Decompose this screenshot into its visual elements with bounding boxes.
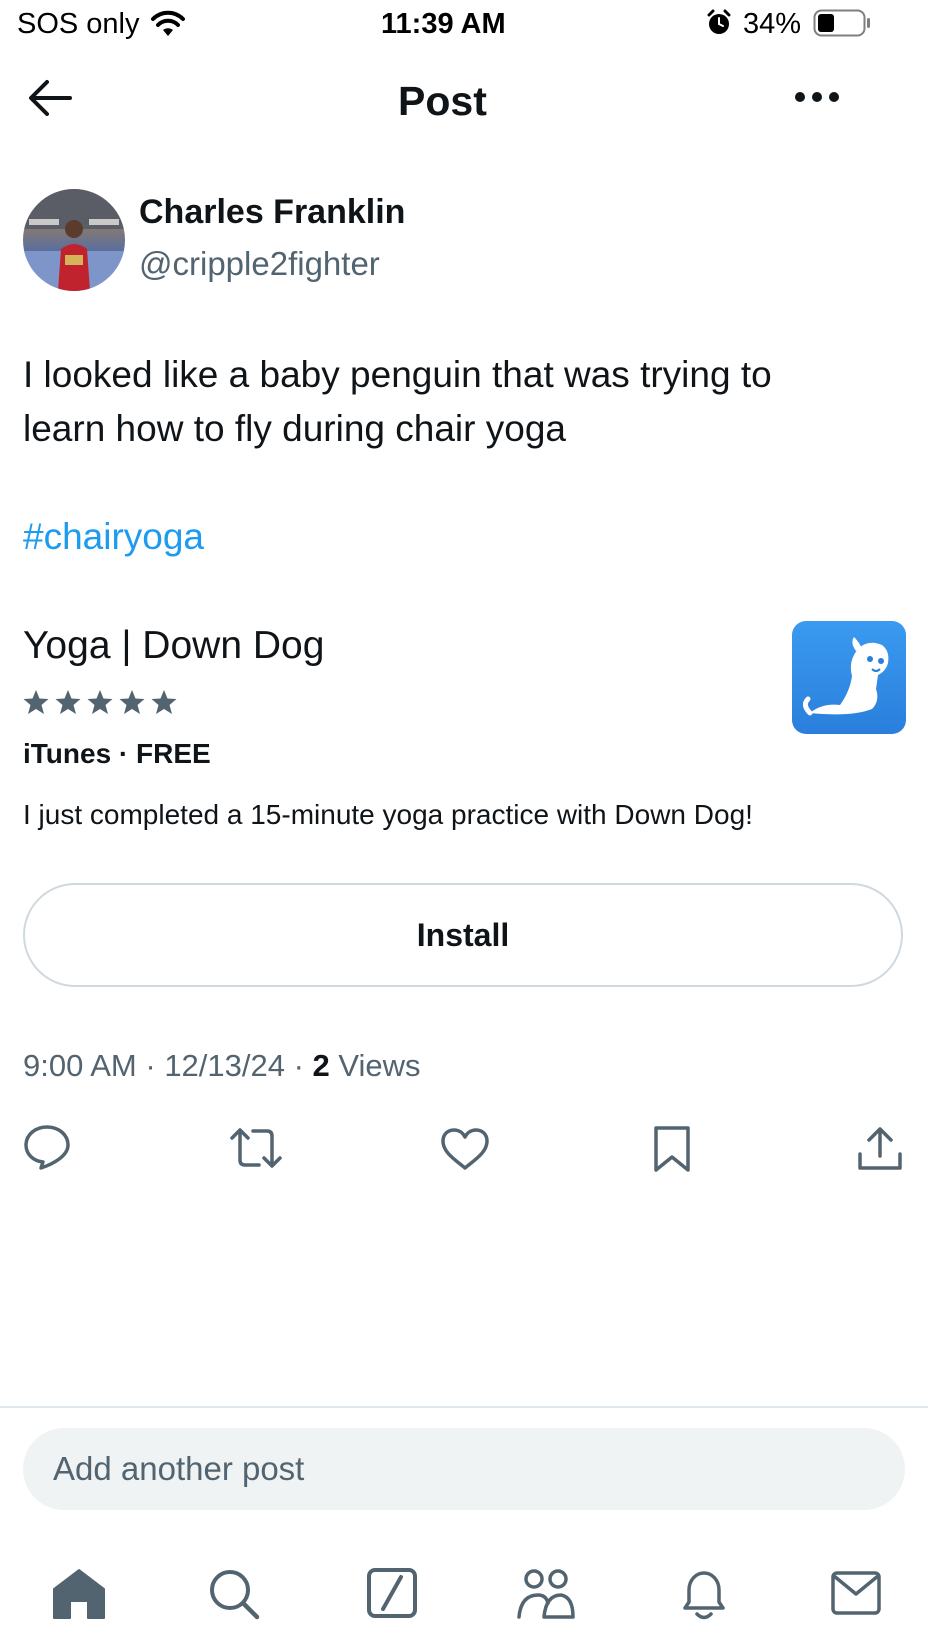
post-text-line: I looked like a baby penguin that was tr… bbox=[23, 354, 772, 395]
notifications-icon[interactable] bbox=[679, 1566, 729, 1622]
star-icon bbox=[119, 690, 145, 714]
alarm-icon bbox=[706, 9, 732, 37]
more-options-button[interactable] bbox=[793, 90, 841, 104]
star-icon bbox=[55, 690, 81, 714]
views-count[interactable]: 2 bbox=[313, 1048, 330, 1083]
hashtag-link[interactable]: #chairyoga bbox=[23, 516, 204, 558]
search-icon[interactable] bbox=[208, 1568, 260, 1620]
wifi-icon bbox=[150, 8, 186, 38]
share-icon[interactable] bbox=[857, 1126, 903, 1172]
reply-icon[interactable] bbox=[23, 1124, 71, 1170]
down-dog-app-icon[interactable] bbox=[792, 621, 906, 734]
post-meta: 9:00 AM · 12/13/24 · 2 Views bbox=[23, 1048, 421, 1084]
avatar[interactable] bbox=[23, 189, 125, 291]
install-button[interactable]: Install bbox=[23, 883, 903, 987]
post-date: 12/13/24 bbox=[164, 1048, 285, 1083]
communities-icon[interactable] bbox=[516, 1567, 576, 1621]
views-label[interactable]: Views bbox=[338, 1048, 420, 1083]
author-handle[interactable]: @cripple2fighter bbox=[139, 245, 380, 283]
clock: 11:39 AM bbox=[381, 8, 506, 40]
author-name[interactable]: Charles Franklin bbox=[139, 193, 405, 232]
star-icon bbox=[151, 690, 177, 714]
app-card-title[interactable]: Yoga | Down Dog bbox=[23, 624, 324, 668]
post-time: 9:00 AM bbox=[23, 1048, 137, 1083]
post-text-line: learn how to fly during chair yoga bbox=[23, 408, 566, 449]
battery-percent: 34% bbox=[743, 8, 802, 40]
repost-icon[interactable] bbox=[229, 1126, 283, 1170]
star-rating bbox=[23, 689, 181, 717]
page-title: Post bbox=[398, 78, 487, 124]
back-button[interactable] bbox=[26, 78, 72, 118]
carrier-label: SOS only bbox=[17, 8, 140, 40]
app-card-description: I just completed a 15-minute yoga practi… bbox=[23, 799, 753, 830]
grok-icon[interactable] bbox=[366, 1567, 418, 1619]
like-icon[interactable] bbox=[440, 1128, 490, 1170]
separator: · bbox=[284, 1048, 313, 1083]
divider bbox=[0, 1406, 928, 1408]
reply-placeholder: Add another post bbox=[53, 1450, 305, 1487]
star-icon bbox=[87, 690, 113, 714]
home-icon[interactable] bbox=[52, 1567, 106, 1621]
bookmark-icon[interactable] bbox=[653, 1125, 691, 1173]
app-store-label: iTunes · FREE bbox=[23, 738, 211, 769]
reply-input[interactable]: Add another post bbox=[23, 1428, 905, 1510]
messages-icon[interactable] bbox=[830, 1570, 882, 1616]
battery-icon bbox=[813, 9, 871, 37]
separator: · bbox=[136, 1048, 165, 1083]
post-text: I looked like a baby penguin that was tr… bbox=[23, 348, 903, 456]
star-icon bbox=[23, 690, 49, 714]
